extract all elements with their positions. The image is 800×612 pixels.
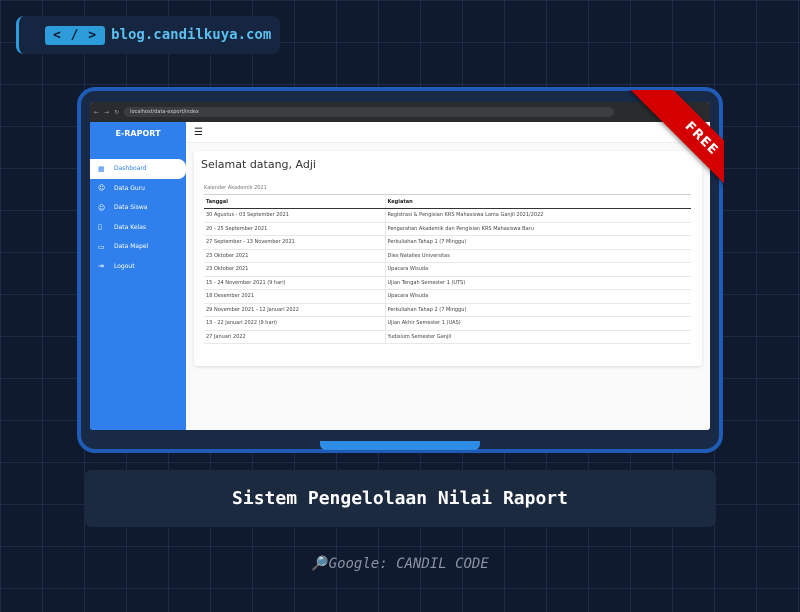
code-icon: < / > [45,25,106,45]
title-banner: Sistem Pengelolaan Nilai Raport [84,470,716,527]
magnifier-icon: 🔎 [311,556,329,572]
sidebar-item-label: Data Kelas [114,223,147,231]
sidebar-item-label: Data Mapel [114,243,149,251]
sidebar-item-label: Data Guru [114,184,145,192]
user-icon: ☺ [98,184,106,193]
sidebar-item-data-guru[interactable]: ☺ Data Guru [90,179,186,199]
door-icon: ▯ [98,223,102,232]
page-title: Sistem Pengelolaan Nilai Raport [232,488,568,509]
site-badge: < / > blog.candilkuya.com [16,16,280,54]
cell-kegiatan: Ujian Akhir Semester 1 (UAS) [385,316,691,331]
cell-tanggal: 27 Januari 2022 [204,330,386,344]
site-name: blog.candilkuya.com [111,27,272,43]
address-bar[interactable]: localhost/data-export/index [124,107,615,117]
sidebar-item-label: Logout [114,262,135,270]
app-logo: E-RAPORT [115,129,161,138]
sidebar-item-data-siswa[interactable]: ☺ Data Siswa [90,198,186,218]
cell-kegiatan: Ujian Tengah Semester 1 (UTS) [385,276,691,290]
table-row: 15 - 24 November 2021 (9 hari) Ujian Teng… [204,276,691,290]
table-row: 29 November 2021 - 12 Januari 2022 Perkul… [204,303,691,317]
sidebar-item-logout[interactable]: ⇥ Logout [90,257,186,277]
grid-icon: ▦ [98,164,105,173]
table-body: 30 Agustus - 03 September 2021 Registrasi… [204,208,691,344]
cell-tanggal: 23 Oktober 2021 [204,262,386,277]
sidebar-item-label: Data Siswa [114,204,148,212]
user-icon: ☺ [98,203,106,212]
cell-kegiatan: Perkuliahan Tahap 2 (7 Minggu) [385,303,691,317]
cell-kegiatan: Perkuliahan Tahap 1 (7 Minggu) [385,235,691,250]
reload-icon[interactable]: ↻ [114,109,119,116]
table-row: 27 Januari 2022 Yudisium Semester Ganjil [204,330,691,344]
cell-kegiatan: Pengarahan Akademik dan Pengisian KRS Ma… [385,222,691,236]
sidebar-item-label: Dashboard [114,165,147,173]
sidebar-item-data-mapel[interactable]: ▭ Data Mapel [90,237,186,257]
cell-tanggal: 27 September - 13 November 2021 [204,235,386,250]
cell-tanggal: 15 - 24 November 2021 (9 hari) [204,276,386,290]
footer-text: Google: CANDIL CODE [328,556,489,572]
cell-tanggal: 29 November 2021 - 12 Januari 2022 [204,303,386,317]
sidebar: E-RAPORT ▦ Dashboard ☺ Data Guru ☺ Data … [90,122,186,430]
cell-tanggal: 18 Desember 2021 [204,289,386,304]
table-row: 23 Oktober 2021 Dies Natalies Universitas [204,249,691,263]
laptop-stand [320,441,480,450]
column-header-tanggal: Tanggal [204,194,386,209]
cell-tanggal: 23 Oktober 2021 [204,249,386,263]
book-icon: ▭ [98,242,105,251]
table-row: 27 September - 13 November 2021 Perkuliah… [204,235,691,250]
cell-kegiatan: Upacara Wisuda [385,262,691,277]
cell-tanggal: 20 - 25 September 2021 [204,222,386,236]
back-icon[interactable]: ← [94,109,99,116]
table-row: 20 - 25 September 2021 Pengarahan Akademi… [204,222,691,236]
logout-icon: ⇥ [98,262,104,271]
cell-kegiatan: Yudisium Semester Ganjil [385,330,691,344]
table-row: 13 - 22 Januari 2022 (9 hari) Ujian Akhir… [204,316,691,331]
free-ribbon: FREE [594,90,724,220]
cell-kegiatan: Upacara Wisuda [385,289,691,304]
cell-tanggal: 30 Agustus - 03 September 2021 [204,208,386,223]
ribbon-label: FREE [630,90,724,210]
footer-caption: 🔎Google: CANDIL CODE [0,556,800,572]
table-row: 23 Oktober 2021 Upacara Wisuda [204,262,691,277]
forward-icon[interactable]: → [104,109,109,116]
hamburger-menu-icon[interactable]: ☰ [194,127,203,138]
cell-tanggal: 13 - 22 Januari 2022 (9 hari) [204,316,386,331]
sidebar-item-data-kelas[interactable]: ▯ Data Kelas [90,218,186,238]
table-row: 18 Desember 2021 Upacara Wisuda [204,289,691,304]
cell-kegiatan: Dies Natalies Universitas [385,249,691,263]
sidebar-item-dashboard[interactable]: ▦ Dashboard [90,159,186,179]
